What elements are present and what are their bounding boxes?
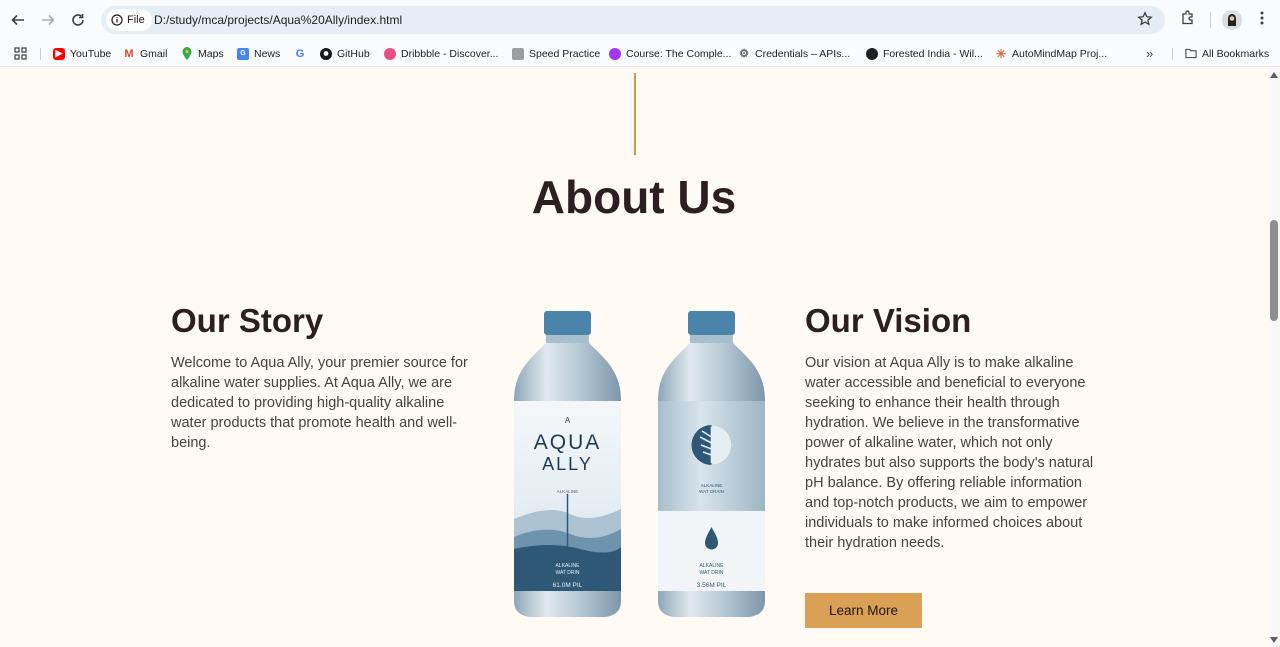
learn-more-button[interactable]: Learn More [805,593,922,628]
bottle-bottom-line-1: ALKALINE [700,563,725,569]
bookmark-speed-practice[interactable]: Speed Practice [512,44,600,63]
bookmarks-divider [40,48,41,60]
browser-toolbar: File D:/study/mca/projects/Aqua%20Ally/i… [0,0,1280,40]
google-icon: G [295,47,305,60]
globe-icon [866,47,878,60]
bookmark-label: Credentials – APIs... [755,47,851,60]
bookmark-label: AutoMindMap Proj... [1012,47,1108,60]
bottle-bottom-line-2: WAT DRIN [699,570,723,576]
page-scrollbar[interactable] [1268,68,1280,647]
our-story-text: Welcome to Aqua Ally, your premier sourc… [171,355,468,451]
bookmark-label: Dribbble - Discover... [401,47,499,60]
about-us-heading: About Us [531,171,737,223]
bookmark-maps[interactable]: Maps [181,44,224,63]
bookmark-dribbble[interactable]: Dribbble - Discover... [384,44,498,63]
youtube-icon: ▶ [53,47,65,60]
bookmark-label: Speed Practice [529,47,601,60]
info-icon [111,14,123,26]
bookmark-credentials[interactable]: ⚙ Credentials – APIs... [738,44,850,63]
maps-icon [181,47,193,60]
scroll-down-arrow-icon[interactable] [1270,637,1278,643]
bottle-small-text: A [565,416,571,425]
automindmap-icon: ✳ [995,46,1007,61]
extensions-icon[interactable] [1180,10,1196,31]
url-text[interactable]: D:/study/mca/projects/Aqua%20Ally/index.… [154,13,402,27]
bookmarks-divider [1172,48,1173,60]
file-chip-label: File [127,14,145,26]
bookmark-gmail[interactable]: M Gmail [123,44,167,63]
bottle-brand-aqua: AQUA [534,431,602,454]
bookmark-news[interactable]: G News [237,44,280,63]
bottle-volume: 3.56M PIL [697,582,727,589]
bottle-bottom-line-1: ALKALINE [556,563,581,569]
all-bookmarks[interactable]: All Bookmarks [1185,44,1269,63]
dribbble-icon [384,47,396,60]
more-bookmarks-icon[interactable]: » [1146,44,1153,63]
scroll-up-arrow-icon[interactable] [1270,72,1278,78]
site-info-chip[interactable]: File [106,9,152,31]
bookmark-automindmap[interactable]: ✳ AutoMindMap Proj... [995,44,1107,63]
apps-icon[interactable] [14,44,27,63]
bookmark-label: News [254,47,281,60]
more-menu-icon[interactable] [1256,10,1268,31]
bottle-bottom-line-2: WAT DRIN [555,570,579,576]
course-icon [609,47,621,60]
profile-avatar[interactable] [1222,10,1242,35]
forward-icon[interactable] [38,10,58,30]
reload-icon[interactable] [68,10,88,30]
credentials-icon: ⚙ [739,48,749,60]
bottle-subtitle-line-2: WAT DRAIN [699,489,724,494]
bookmark-star-icon[interactable] [1137,11,1153,32]
bookmark-forested-india[interactable]: Forested India - Wil... [866,44,983,63]
leaf-logo-bottle-image: ALKALINE WAT DRAIN ALKALINE WAT DRIN 3.5… [658,311,765,617]
section-divider-line [634,73,636,155]
bookmark-google[interactable]: G [294,44,306,63]
gmail-icon: M [124,47,134,60]
our-story-heading: Our Story [171,302,324,339]
page-content: About Us Our Story Welcome to Aqua Ally,… [0,68,1268,647]
bottle-brand-ally: ALLY [542,454,593,474]
address-bar[interactable]: File D:/study/mca/projects/Aqua%20Ally/i… [101,6,1165,34]
back-icon[interactable] [8,10,28,30]
aqua-ally-bottle-image: A AQUA ALLY ALKALINE ALKALINE WAT DRIN 6… [514,311,621,617]
bookmark-youtube[interactable]: ▶ YouTube [53,44,111,63]
folder-icon [1185,48,1197,60]
bookmark-label: Gmail [140,47,168,60]
news-icon: G [237,47,249,60]
bookmarks-bar: ▶ YouTube M Gmail Maps G News G GitHub D… [0,40,1280,67]
bookmark-label: GitHub [337,47,370,60]
toolbar-divider [1210,12,1211,28]
bottle-subtitle-line-1: ALKALINE [701,483,723,488]
bookmark-label: Maps [198,47,224,60]
bookmark-github[interactable]: GitHub [320,44,370,63]
our-vision-heading: Our Vision [805,302,972,339]
bottle-subtitle: ALKALINE [557,489,579,494]
speed-practice-icon [512,47,524,60]
bookmark-course[interactable]: Course: The Comple... [609,44,731,63]
our-vision-text: Our vision at Aqua Ally is to make alkal… [805,355,1094,551]
scrollbar-thumb[interactable] [1270,220,1278,321]
all-bookmarks-label: All Bookmarks [1202,47,1270,60]
bookmark-label: Course: The Comple... [626,47,732,60]
bookmark-label: YouTube [70,47,112,60]
bottle-volume: 61.0M PIL [553,582,583,589]
github-icon [320,47,332,60]
bookmark-label: Forested India - Wil... [883,47,983,60]
